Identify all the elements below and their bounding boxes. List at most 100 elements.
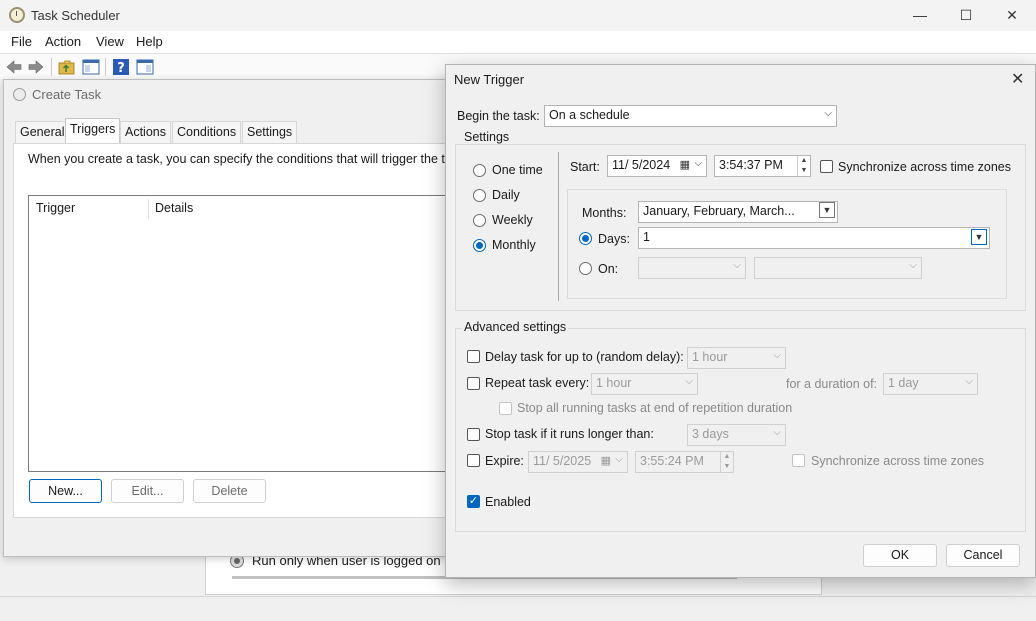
chevron-down-icon[interactable]: ⌵ bbox=[694, 158, 702, 169]
chevron-down-icon[interactable]: ▼ bbox=[819, 202, 835, 218]
tab-conditions[interactable]: Conditions bbox=[172, 121, 242, 143]
delay-task-checkbox[interactable] bbox=[467, 350, 480, 363]
task-scheduler-clock-icon bbox=[9, 7, 25, 23]
expire-time-value: 3:55:24 PM bbox=[640, 454, 704, 468]
chevron-down-icon: ⌵ bbox=[615, 454, 623, 465]
tab-general[interactable]: General bbox=[15, 121, 70, 143]
menu-bar: File Action View Help bbox=[0, 31, 1036, 53]
column-separator[interactable] bbox=[148, 199, 149, 219]
stop-task-longer-value: 3 days bbox=[692, 427, 729, 441]
stop-running-tasks-checkbox[interactable] bbox=[499, 402, 512, 415]
start-time-input[interactable]: 3:54:37 PM ▲ ▼ bbox=[714, 155, 811, 177]
time-spinner-icon[interactable]: ▲ ▼ bbox=[797, 156, 810, 176]
start-label: Start: bbox=[570, 160, 600, 174]
tab-actions[interactable]: Actions bbox=[120, 121, 171, 143]
new-trigger-button[interactable]: New... bbox=[29, 479, 102, 503]
sync-time-zones-checkbox[interactable] bbox=[820, 160, 833, 173]
menu-view[interactable]: View bbox=[96, 34, 124, 49]
column-header-details[interactable]: Details bbox=[155, 201, 193, 215]
schedule-weekly-label: Weekly bbox=[492, 213, 533, 227]
column-header-trigger[interactable]: Trigger bbox=[36, 201, 75, 215]
repeat-task-value: 1 hour bbox=[596, 376, 632, 390]
tab-settings[interactable]: Settings bbox=[242, 121, 298, 143]
close-button[interactable]: ✕ bbox=[989, 0, 1035, 31]
repeat-task-checkbox[interactable] bbox=[467, 377, 480, 390]
months-select[interactable]: January, February, March... ▼ bbox=[638, 201, 838, 223]
on-weekday-select[interactable]: ⌵ bbox=[754, 257, 922, 279]
schedule-monthly-label: Monthly bbox=[492, 238, 536, 252]
delay-task-label: Delay task for up to (random delay): bbox=[485, 350, 684, 364]
delay-task-value: 1 hour bbox=[692, 350, 728, 364]
on-radio[interactable] bbox=[579, 262, 592, 275]
chevron-down-icon[interactable]: ▼ bbox=[971, 229, 987, 245]
toolbar-separator bbox=[105, 58, 106, 76]
start-date-value: 11/ 5/2024 bbox=[612, 158, 671, 172]
expire-time-input[interactable]: 3:55:24 PM ▲ ▼ bbox=[635, 451, 734, 473]
months-label: Months: bbox=[582, 206, 627, 220]
edit-trigger-button[interactable]: Edit... bbox=[111, 479, 184, 503]
begin-task-value: On a schedule bbox=[549, 108, 630, 122]
show-hide-action-pane-icon[interactable] bbox=[136, 58, 154, 76]
create-task-dialog: Create Task General Triggers Actions Con… bbox=[3, 79, 464, 557]
new-trigger-title: New Trigger bbox=[454, 72, 525, 87]
begin-task-select[interactable]: On a schedule ⌵ bbox=[544, 105, 837, 127]
schedule-daily-radio[interactable] bbox=[473, 189, 486, 202]
expire-sync-checkbox[interactable] bbox=[792, 454, 805, 467]
expire-checkbox[interactable] bbox=[467, 454, 480, 467]
repeat-task-select[interactable]: 1 hour ⌵ bbox=[591, 373, 698, 395]
months-value: January, February, March... bbox=[643, 204, 795, 218]
advanced-settings-title: Advanced settings bbox=[462, 320, 569, 334]
menu-action[interactable]: Action bbox=[45, 34, 81, 49]
chevron-down-icon: ⌵ bbox=[824, 108, 832, 119]
delay-task-select[interactable]: 1 hour ⌵ bbox=[687, 347, 786, 369]
menu-help[interactable]: Help bbox=[136, 34, 163, 49]
enabled-checkbox[interactable]: ✓ bbox=[467, 495, 480, 508]
help-icon[interactable]: ? bbox=[112, 58, 130, 76]
days-label: Days: bbox=[598, 232, 630, 246]
close-icon[interactable]: ✕ bbox=[1011, 69, 1024, 89]
folder-up-icon[interactable] bbox=[58, 58, 76, 76]
cancel-button[interactable]: Cancel bbox=[946, 544, 1020, 567]
schedule-weekly-radio[interactable] bbox=[473, 214, 486, 227]
expire-sync-label: Synchronize across time zones bbox=[811, 454, 984, 468]
stop-task-longer-checkbox[interactable] bbox=[467, 428, 480, 441]
start-date-picker[interactable]: 11/ 5/2024 ▦ ⌵ bbox=[607, 155, 707, 177]
days-radio[interactable] bbox=[579, 232, 592, 245]
back-arrow-icon[interactable] bbox=[5, 58, 23, 76]
main-window-title: Task Scheduler bbox=[31, 8, 120, 23]
expire-label: Expire: bbox=[485, 454, 524, 468]
status-bar bbox=[0, 596, 1036, 621]
show-hide-console-tree-icon[interactable] bbox=[82, 58, 100, 76]
schedule-monthly-radio[interactable] bbox=[473, 239, 486, 252]
repeat-task-label: Repeat task every: bbox=[485, 376, 590, 390]
on-label: On: bbox=[598, 262, 619, 276]
triggers-list[interactable]: Trigger Details bbox=[28, 195, 452, 472]
chevron-down-icon: ⌵ bbox=[965, 376, 973, 387]
settings-divider bbox=[558, 152, 559, 301]
schedule-one-time-label: One time bbox=[492, 163, 543, 177]
settings-group-title: Settings bbox=[462, 130, 512, 144]
maximize-button[interactable]: ☐ bbox=[943, 0, 989, 31]
minimize-button[interactable]: — bbox=[897, 0, 943, 31]
forward-arrow-icon[interactable] bbox=[27, 58, 45, 76]
chevron-down-icon: ⌵ bbox=[909, 260, 917, 271]
delete-trigger-button[interactable]: Delete bbox=[193, 479, 266, 503]
triggers-description: When you create a task, you can specify … bbox=[28, 152, 465, 166]
schedule-one-time-radio[interactable] bbox=[473, 164, 486, 177]
clock-icon bbox=[13, 88, 26, 101]
stop-task-longer-select[interactable]: 3 days ⌵ bbox=[687, 424, 786, 446]
menu-file[interactable]: File bbox=[11, 34, 32, 49]
on-week-select[interactable]: ⌵ bbox=[638, 257, 746, 279]
chevron-down-icon: ⌵ bbox=[685, 376, 693, 387]
svg-text:?: ? bbox=[117, 61, 125, 76]
stop-running-tasks-label: Stop all running tasks at end of repetit… bbox=[517, 401, 793, 415]
duration-value: 1 day bbox=[888, 376, 919, 390]
days-select[interactable]: 1 ▼ bbox=[638, 227, 990, 249]
ok-button[interactable]: OK bbox=[863, 544, 937, 567]
expire-date-picker[interactable]: 11/ 5/2025 ▦ ⌵ bbox=[528, 451, 628, 473]
new-trigger-dialog: New Trigger ✕ Begin the task: On a sched… bbox=[445, 64, 1036, 578]
duration-select[interactable]: 1 day ⌵ bbox=[883, 373, 978, 395]
toolbar-separator bbox=[51, 58, 52, 76]
calendar-icon[interactable]: ▦ bbox=[680, 158, 690, 171]
tab-triggers[interactable]: Triggers bbox=[65, 118, 121, 144]
